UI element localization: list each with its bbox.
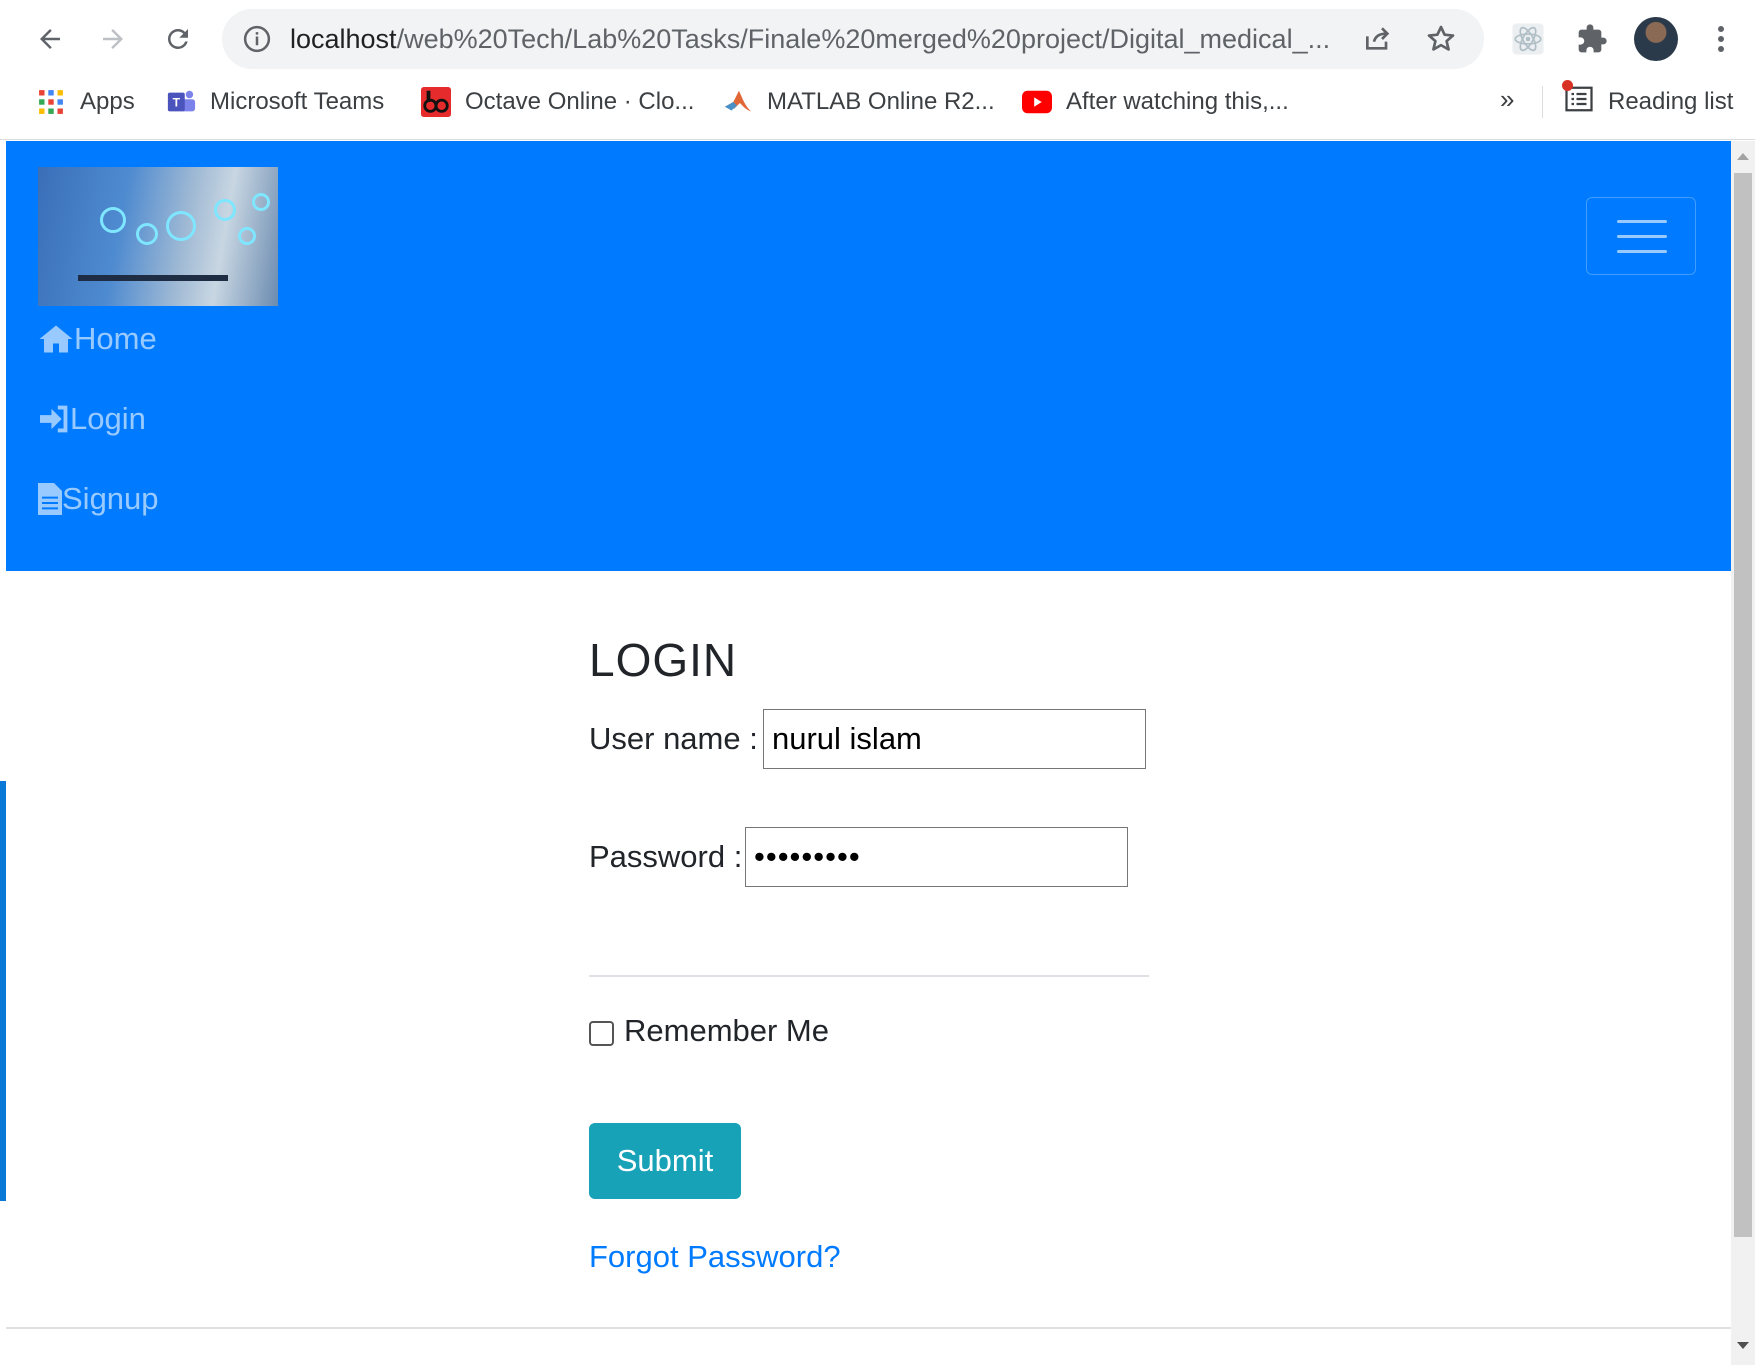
page-scrollbar[interactable] xyxy=(1731,141,1755,1365)
username-label: User name : xyxy=(589,721,758,756)
browser-toolbar: localhost/web%20Tech/Lab%20Tasks/Finale%… xyxy=(0,0,1755,78)
teams-icon: T xyxy=(166,87,196,117)
url-text[interactable]: localhost/web%20Tech/Lab%20Tasks/Finale%… xyxy=(290,9,1360,69)
scroll-down-arrow-icon[interactable] xyxy=(1731,1331,1755,1361)
site-navbar: Home Login Signup xyxy=(6,141,1731,571)
site-logo[interactable] xyxy=(38,167,278,306)
submit-button[interactable]: Submit xyxy=(589,1123,741,1199)
nav-link-label: Signup xyxy=(62,481,159,516)
page-viewport: Home Login Signup LOGIN User name : Pass… xyxy=(6,141,1731,1365)
youtube-icon xyxy=(1022,87,1052,117)
bookmark-label: Octave Online · Clo... xyxy=(465,88,695,115)
logo-hexagon-graphic xyxy=(238,227,256,245)
logo-tablet-graphic xyxy=(78,275,228,281)
remember-me-checkbox[interactable] xyxy=(589,1021,614,1046)
reload-icon xyxy=(168,28,188,49)
remember-me-label[interactable]: Remember Me xyxy=(624,1013,829,1049)
form-divider xyxy=(589,975,1149,977)
login-title: LOGIN xyxy=(589,634,738,686)
bookmark-label: Microsoft Teams xyxy=(210,88,385,115)
bookmark-label: Apps xyxy=(80,88,135,115)
bookmark-label: After watching this,... xyxy=(1066,88,1289,115)
forward-button[interactable] xyxy=(88,14,138,64)
address-bar[interactable]: localhost/web%20Tech/Lab%20Tasks/Finale%… xyxy=(222,9,1484,69)
reading-list-icon xyxy=(1562,79,1594,121)
logo-hexagon-graphic xyxy=(100,207,126,233)
bookmark-label: MATLAB Online R2... xyxy=(767,88,995,115)
bookmark-star-icon[interactable] xyxy=(1425,23,1457,60)
site-info-icon[interactable] xyxy=(242,24,272,59)
react-devtools-icon[interactable] xyxy=(1503,14,1553,64)
logo-hexagon-graphic xyxy=(166,211,196,241)
bookmark-microsoft-teams[interactable]: T Microsoft Teams xyxy=(166,78,384,126)
sign-in-icon xyxy=(40,405,68,433)
extensions-puzzle-icon[interactable] xyxy=(1567,14,1617,64)
share-icon[interactable] xyxy=(1362,23,1394,60)
forgot-password-link[interactable]: Forgot Password? xyxy=(589,1239,841,1275)
octave-icon xyxy=(421,87,451,117)
footer-border xyxy=(6,1327,1731,1329)
more-vert-icon xyxy=(1718,26,1724,52)
logo-hexagon-graphic xyxy=(214,199,236,221)
home-icon xyxy=(39,325,73,353)
navbar-toggler-button[interactable] xyxy=(1586,197,1696,275)
arrow-left-icon xyxy=(40,29,60,49)
unread-dot xyxy=(1562,79,1573,91)
hamburger-icon xyxy=(1617,250,1667,253)
scroll-up-arrow-icon[interactable] xyxy=(1731,141,1755,171)
username-input[interactable] xyxy=(763,709,1146,769)
nav-link-label: Login xyxy=(70,401,146,436)
bookmark-apps[interactable]: Apps xyxy=(36,78,135,126)
nav-link-login[interactable]: Login xyxy=(38,397,146,441)
reading-list-button[interactable]: Reading list xyxy=(1562,78,1734,126)
nav-link-label: Home xyxy=(74,321,157,356)
hamburger-icon xyxy=(1617,235,1667,238)
bookmarks-divider xyxy=(1542,86,1543,118)
hamburger-icon xyxy=(1617,220,1667,223)
url-host: localhost xyxy=(290,24,397,54)
nav-link-signup[interactable]: Signup xyxy=(38,477,159,521)
arrow-right-icon xyxy=(103,29,123,49)
bookmark-matlab-online[interactable]: MATLAB Online R2... xyxy=(723,78,995,126)
logo-hexagon-graphic xyxy=(136,223,158,245)
logo-hexagon-graphic xyxy=(252,193,270,211)
matlab-icon xyxy=(723,87,753,117)
reload-button[interactable] xyxy=(153,14,203,64)
nav-link-home[interactable]: Home xyxy=(38,317,157,361)
login-section: LOGIN User name : Password : Remember Me… xyxy=(6,571,1731,1365)
password-input[interactable] xyxy=(745,827,1128,887)
bookmarks-bar: Apps T Microsoft Teams Octave Online · C… xyxy=(0,78,1755,140)
bookmark-octave-online[interactable]: Octave Online · Clo... xyxy=(421,78,694,126)
browser-menu-button[interactable] xyxy=(1706,14,1736,64)
file-icon xyxy=(38,483,62,515)
svg-text:T: T xyxy=(173,96,181,110)
reading-list-label: Reading list xyxy=(1608,88,1734,115)
password-label: Password : xyxy=(589,839,743,874)
more-bookmarks-chevron-icon[interactable]: » xyxy=(1500,84,1514,115)
apps-grid-icon xyxy=(36,87,66,117)
profile-avatar[interactable] xyxy=(1634,17,1678,61)
scroll-thumb[interactable] xyxy=(1734,173,1752,1237)
url-path: /web%20Tech/Lab%20Tasks/Finale%20merged%… xyxy=(396,24,1331,54)
bookmark-youtube-video[interactable]: After watching this,... xyxy=(1022,78,1289,126)
back-button[interactable] xyxy=(25,14,75,64)
